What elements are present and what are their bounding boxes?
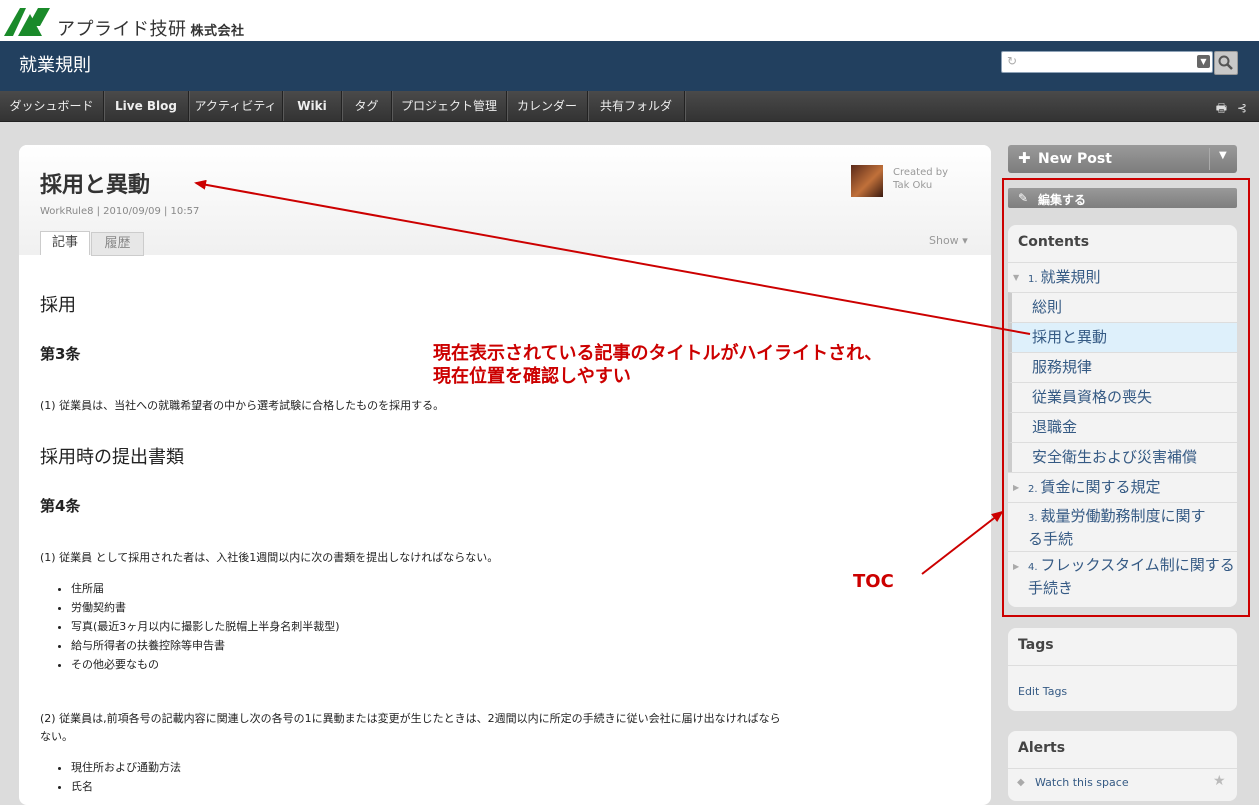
arrow-to-title	[194, 179, 1031, 335]
annotation-arrows	[194, 179, 1031, 575]
arrow-to-toc	[921, 510, 1004, 575]
